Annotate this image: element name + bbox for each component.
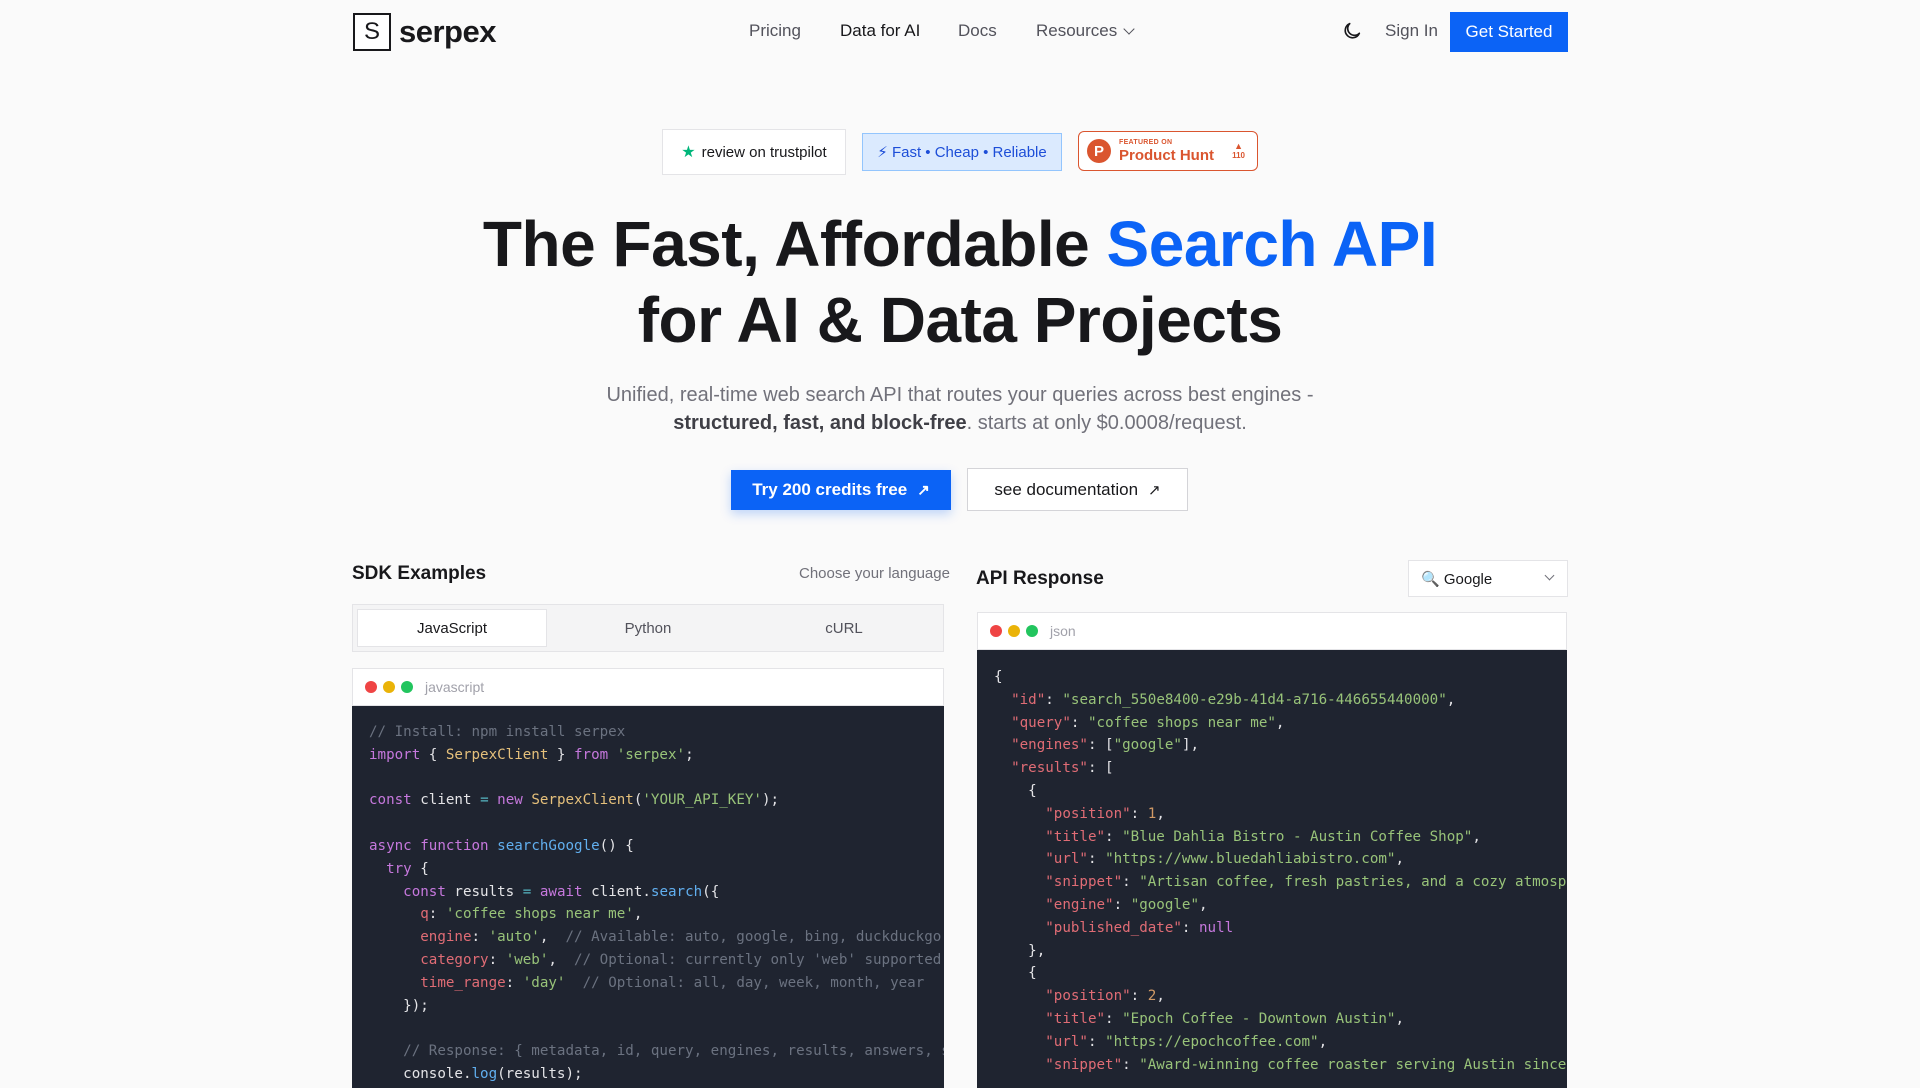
minimize-dot-icon [383, 681, 395, 693]
close-dot-icon [365, 681, 377, 693]
response-language-label: json [1050, 623, 1076, 639]
badge-row: ★ review on trustpilot ⚡ Fast • Cheap • … [0, 129, 1920, 175]
ph-vote-count: 110 [1232, 150, 1245, 160]
arrow-up-right-icon: ↗ [1148, 481, 1161, 499]
language-tabs: JavaScript Python cURL [352, 604, 944, 652]
engine-select[interactable]: 🔍 Google [1408, 560, 1568, 597]
tab-python[interactable]: Python [553, 609, 743, 647]
ph-featured-label: FEATURED ON [1119, 139, 1173, 146]
nav-link-pricing[interactable]: Pricing [749, 21, 801, 41]
trustpilot-badge[interactable]: ★ review on trustpilot [662, 129, 846, 175]
tab-curl[interactable]: cURL [749, 609, 939, 647]
maximize-dot-icon [401, 681, 413, 693]
logo-mark: S [353, 13, 391, 51]
hero-title-line1: The Fast, Affordable [482, 208, 1107, 280]
api-response-window: json { "id": "search_550e8400-e29b-41d4-… [977, 612, 1567, 1088]
product-hunt-badge[interactable]: P FEATURED ON Product Hunt ▲ 110 [1078, 131, 1258, 171]
subtitle-bold: structured, fast, and block-free [673, 412, 967, 434]
ph-votes: ▲ 110 [1232, 141, 1245, 161]
logo[interactable]: S serpex [353, 13, 496, 51]
code-language-label: javascript [425, 679, 485, 695]
response-window-bar: json [977, 612, 1567, 650]
hero-subtitle: Unified, real-time web search API that r… [0, 381, 1920, 437]
arrow-up-right-icon: ↗ [917, 482, 930, 499]
nav-link-data-for-ai[interactable]: Data for AI [840, 21, 920, 41]
trustpilot-label: review on trustpilot [701, 143, 827, 161]
code-window-bar: javascript [352, 668, 944, 706]
maximize-dot-icon [1026, 625, 1038, 637]
logo-text: serpex [399, 14, 496, 49]
nav-link-resources-label: Resources [1036, 21, 1118, 40]
see-documentation-button[interactable]: see documentation ↗ [967, 468, 1188, 511]
api-response-title: API Response [976, 568, 1104, 589]
try-free-button[interactable]: Try 200 credits free ↗ [731, 470, 951, 510]
subtitle-rest: . starts at only $0.0008/request. [966, 412, 1247, 434]
close-dot-icon [990, 625, 1002, 637]
star-icon: ★ [681, 144, 696, 161]
try-free-label: Try 200 credits free [752, 480, 908, 499]
api-response-json[interactable]: { "id": "search_550e8400-e29b-41d4-a716-… [977, 666, 1567, 1076]
sdk-code-block[interactable]: // Install: npm install serpex import { … [352, 721, 944, 1086]
minimize-dot-icon [1008, 625, 1020, 637]
engine-select-value: 🔍 Google [1421, 570, 1493, 588]
tagline-badge: ⚡ Fast • Cheap • Reliable [862, 133, 1062, 171]
hero-title: The Fast, Affordable Search API for AI &… [0, 206, 1920, 358]
hero-title-line2: for AI & Data Projects [637, 284, 1283, 356]
moon-icon[interactable] [1341, 20, 1363, 42]
language-hint: Choose your language [799, 565, 950, 582]
nav-link-resources[interactable]: Resources [1036, 21, 1135, 41]
sdk-code-window: javascript // Install: npm install serpe… [352, 668, 944, 1088]
chevron-down-icon [1544, 570, 1555, 581]
sign-in-link[interactable]: Sign In [1385, 21, 1438, 41]
top-nav: S serpex Pricing Data for AI Docs Resour… [0, 0, 1920, 64]
nav-link-docs[interactable]: Docs [958, 21, 997, 41]
product-hunt-icon: P [1087, 139, 1111, 163]
product-hunt-text: FEATURED ON Product Hunt [1119, 139, 1214, 163]
chevron-down-icon [1123, 23, 1135, 35]
subtitle-line1: Unified, real-time web search API that r… [606, 384, 1314, 406]
hero-title-accent: Search API [1106, 208, 1438, 280]
tab-javascript[interactable]: JavaScript [357, 609, 547, 647]
sdk-title: SDK Examples [352, 563, 487, 584]
see-documentation-label: see documentation [994, 479, 1139, 499]
get-started-button[interactable]: Get Started [1450, 12, 1568, 52]
ph-name: Product Hunt [1119, 147, 1214, 164]
